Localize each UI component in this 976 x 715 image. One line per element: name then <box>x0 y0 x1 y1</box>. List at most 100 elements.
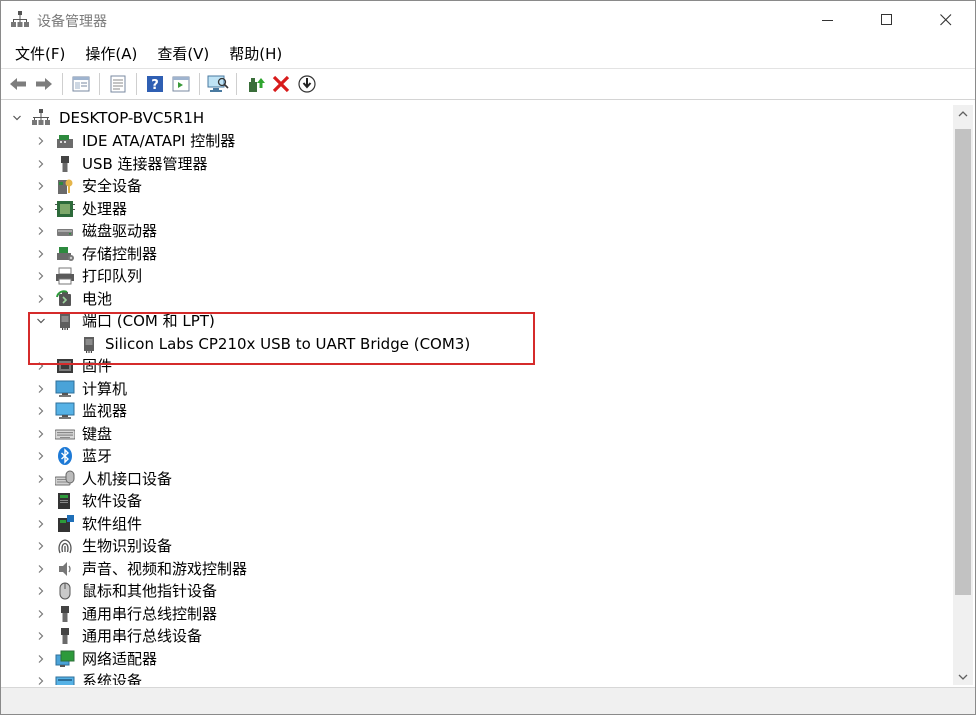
tree-item-label: 计算机 <box>82 379 128 398</box>
maximize-icon <box>881 14 892 25</box>
chevron-down-icon[interactable] <box>11 112 23 124</box>
tree-category-item[interactable]: 安全设备 <box>5 175 705 197</box>
scrollbar-thumb[interactable] <box>955 129 971 595</box>
scan-hardware-button[interactable] <box>206 72 230 96</box>
chevron-right-icon[interactable] <box>35 203 47 215</box>
tree-item-label: 打印队列 <box>82 267 143 285</box>
action-pane-button[interactable] <box>169 72 193 96</box>
security-device-icon <box>55 176 75 196</box>
chevron-right-icon[interactable] <box>35 608 47 620</box>
chevron-right-icon[interactable] <box>35 495 47 507</box>
chevron-right-icon[interactable] <box>35 518 47 530</box>
maximize-button[interactable] <box>858 1 916 39</box>
scroll-up-icon[interactable] <box>953 105 973 122</box>
forward-button[interactable] <box>32 72 56 96</box>
tree-category-item[interactable]: 网络适配器 <box>5 648 705 670</box>
chevron-right-icon[interactable] <box>35 405 47 417</box>
uninstall-icon <box>272 75 290 93</box>
chevron-right-icon[interactable] <box>35 225 47 237</box>
menu-file[interactable]: 文件(F) <box>7 40 73 67</box>
vertical-scrollbar[interactable] <box>953 105 973 685</box>
tree-category-item[interactable]: 声音、视频和游戏控制器 <box>5 558 705 580</box>
back-icon <box>10 78 26 90</box>
tree-item-label: 鼠标和其他指针设备 <box>82 582 218 600</box>
chevron-right-icon[interactable] <box>35 428 47 440</box>
chevron-right-icon[interactable] <box>35 248 47 260</box>
tree-category-item[interactable]: 处理器 <box>5 198 705 220</box>
tree-category-item[interactable]: 软件设备 <box>5 490 705 512</box>
tree-category-item[interactable]: IDE ATA/ATAPI 控制器 <box>5 130 705 152</box>
uninstall-button[interactable] <box>269 72 293 96</box>
tree-item-label: IDE ATA/ATAPI 控制器 <box>82 132 236 150</box>
chevron-right-icon[interactable] <box>35 450 47 462</box>
scroll-down-icon[interactable] <box>953 668 973 685</box>
chevron-right-icon[interactable] <box>35 585 47 597</box>
close-icon <box>940 14 952 26</box>
scan-hardware-icon <box>207 75 229 92</box>
chevron-right-icon[interactable] <box>35 540 47 552</box>
window-title: 设备管理器 <box>37 14 107 30</box>
properties-icon <box>110 75 126 93</box>
tree-category-item[interactable]: 生物识别设备 <box>5 535 705 557</box>
menu-action[interactable]: 操作(A) <box>77 40 145 67</box>
tree-root[interactable]: DESKTOP-BVC5R1H <box>5 107 605 129</box>
svg-text:?: ? <box>151 78 159 93</box>
chevron-right-icon[interactable] <box>35 473 47 485</box>
tree-root-label: DESKTOP-BVC5R1H <box>59 109 205 127</box>
tree-category-item[interactable]: 软件组件 <box>5 513 705 535</box>
printer-icon <box>55 266 75 286</box>
disable-button[interactable] <box>295 72 319 96</box>
chevron-right-icon[interactable] <box>35 270 47 282</box>
tree-category-item[interactable]: 打印队列 <box>5 265 705 287</box>
properties-button[interactable] <box>106 72 130 96</box>
processor-icon <box>55 199 75 219</box>
chevron-right-icon[interactable] <box>35 653 47 665</box>
tree-category-item[interactable]: 鼠标和其他指针设备 <box>5 580 705 602</box>
tree-item-label: 监视器 <box>82 402 128 420</box>
tree-item-label: 键盘 <box>82 424 113 443</box>
tree-category-item[interactable]: 系统设备 <box>5 670 705 685</box>
tree-category-item[interactable]: 磁盘驱动器 <box>5 220 705 242</box>
chevron-right-icon[interactable] <box>35 158 47 170</box>
help-icon: ? <box>147 76 163 93</box>
menu-bar: 文件(F) 操作(A) 查看(V) 帮助(H) <box>1 39 975 67</box>
tree-item-label: 磁盘驱动器 <box>82 222 158 240</box>
update-driver-icon <box>249 78 265 92</box>
toolbar-separator <box>236 73 237 95</box>
minimize-button[interactable] <box>799 1 857 39</box>
chevron-right-icon[interactable] <box>35 675 47 685</box>
tree-item-label: 通用串行总线控制器 <box>82 604 218 623</box>
tree-category-item[interactable]: 计算机 <box>5 378 705 400</box>
tree-category-item[interactable]: 蓝牙 <box>5 445 705 467</box>
computer-icon <box>55 379 75 399</box>
storage-controller-icon <box>55 244 75 264</box>
tree-category-item[interactable]: USB 连接器管理器 <box>5 153 705 175</box>
chevron-right-icon[interactable] <box>35 630 47 642</box>
computer-root-icon <box>31 108 51 128</box>
toolbar-separator <box>199 73 200 95</box>
device-manager-window: 设备管理器 文件(F) 操作(A) 查看(V) 帮助(H) ? DESKTOP-… <box>0 0 976 715</box>
title-bar: 设备管理器 <box>1 1 975 39</box>
update-driver-button[interactable] <box>243 72 267 96</box>
close-button[interactable] <box>917 1 975 39</box>
tree-category-item[interactable]: 通用串行总线设备 <box>5 625 705 647</box>
chevron-right-icon[interactable] <box>35 135 47 147</box>
tree-category-item[interactable]: 电池 <box>5 288 705 310</box>
chevron-right-icon[interactable] <box>35 293 47 305</box>
help-button[interactable]: ? <box>143 72 167 96</box>
tree-category-item[interactable]: 人机接口设备 <box>5 468 705 490</box>
tree-category-item[interactable]: 存储控制器 <box>5 243 705 265</box>
monitor-icon <box>55 401 75 421</box>
menu-help[interactable]: 帮助(H) <box>221 40 290 67</box>
menu-view[interactable]: 查看(V) <box>149 40 217 67</box>
tree-item-label: 处理器 <box>82 199 128 218</box>
tree-category-item[interactable]: 监视器 <box>5 400 705 422</box>
tree-category-item[interactable]: 通用串行总线控制器 <box>5 603 705 625</box>
tree-item-label: USB 连接器管理器 <box>82 154 208 173</box>
chevron-right-icon[interactable] <box>35 383 47 395</box>
back-button[interactable] <box>6 72 30 96</box>
console-tree-button[interactable] <box>69 72 93 96</box>
chevron-right-icon[interactable] <box>35 180 47 192</box>
chevron-right-icon[interactable] <box>35 563 47 575</box>
tree-category-item[interactable]: 键盘 <box>5 423 705 445</box>
